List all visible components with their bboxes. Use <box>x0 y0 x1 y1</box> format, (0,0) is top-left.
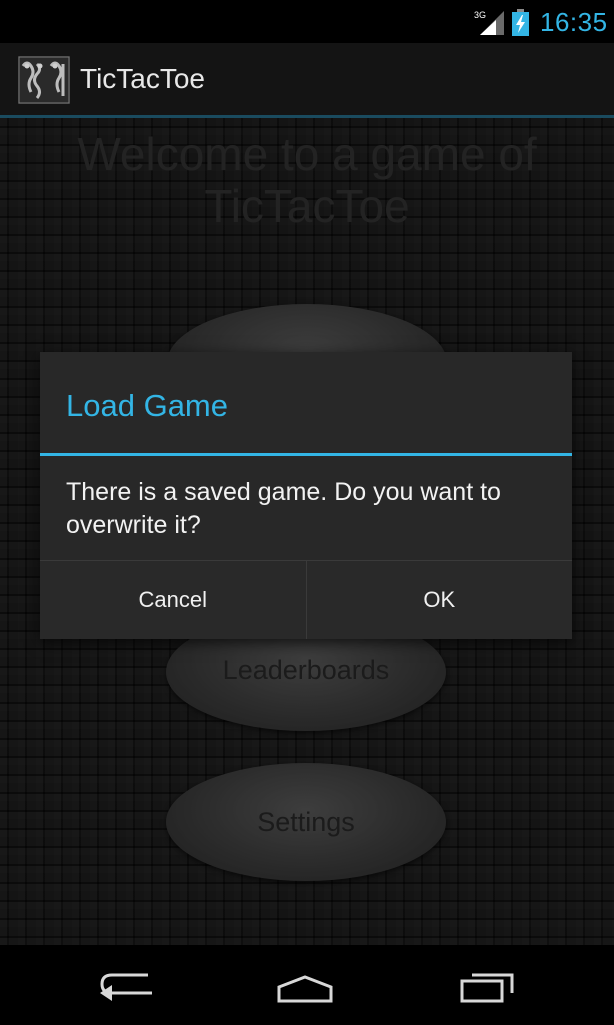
cancel-button[interactable]: Cancel <box>40 561 306 639</box>
action-bar: TicTacToe <box>0 43 614 118</box>
dialog-message: There is a saved game. Do you want to ov… <box>66 478 501 539</box>
dialog-title: Load Game <box>66 388 228 423</box>
load-game-dialog: Load Game There is a saved game. Do you … <box>40 352 572 639</box>
status-bar: 3G 16:35 <box>0 0 614 43</box>
app-logo-icon <box>18 56 70 104</box>
status-clock: 16:35 <box>540 7 608 37</box>
recent-apps-icon[interactable] <box>452 963 522 1007</box>
ok-button[interactable]: OK <box>305 561 572 639</box>
app-title: TicTacToe <box>80 63 206 94</box>
screen: 3G 16:35 TicTacToe Welcome to a game of … <box>0 0 614 1025</box>
back-icon[interactable] <box>92 963 162 1007</box>
navigation-bar <box>0 945 614 1025</box>
battery-charging-icon <box>512 9 529 36</box>
home-icon[interactable] <box>270 963 340 1007</box>
svg-text:3G: 3G <box>474 10 486 20</box>
dialog-title-divider <box>40 453 572 456</box>
signal-3g-icon: 3G <box>474 10 504 35</box>
dialog-button-bar: Cancel OK <box>40 560 572 639</box>
